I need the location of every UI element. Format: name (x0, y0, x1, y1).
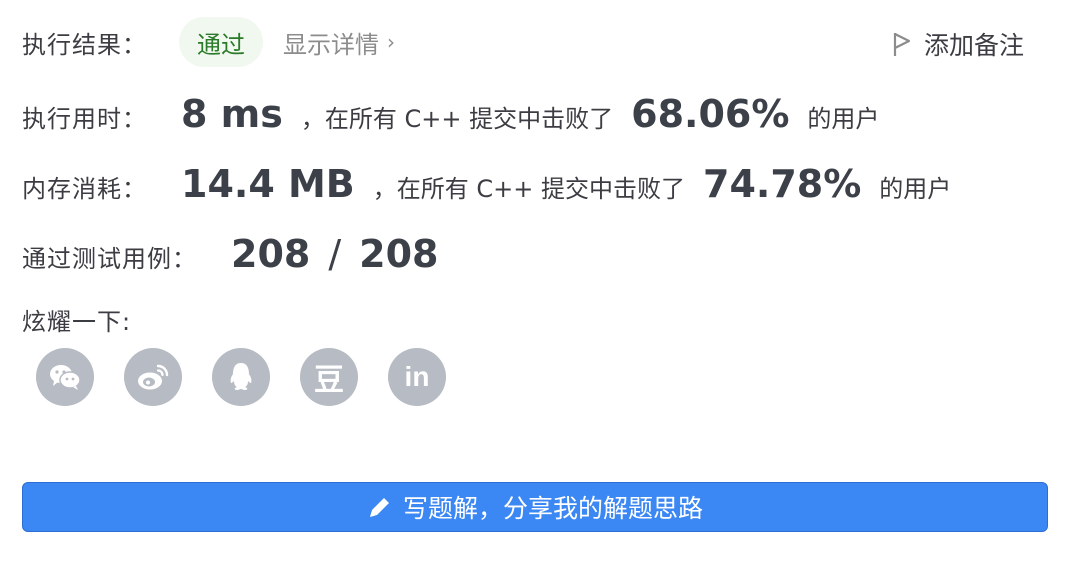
status-badge: 通过 (179, 17, 263, 67)
add-note-button[interactable]: 添加备注 (892, 26, 1024, 62)
write-solution-button[interactable]: 写题解，分享我的解题思路 (22, 482, 1048, 532)
share-linkedin-button[interactable]: in (388, 348, 446, 406)
runtime-label: 执行用时： (22, 105, 147, 133)
memory-label: 内存消耗： (22, 175, 147, 203)
test-cases-passed: 208 (231, 232, 311, 276)
share-weibo-button[interactable] (124, 348, 182, 406)
share-douban-button[interactable]: 豆 (300, 348, 358, 406)
douban-icon: 豆 (314, 363, 344, 398)
weibo-icon (138, 364, 169, 390)
qq-icon (230, 363, 252, 390)
result-label: 执行结果： (22, 30, 147, 59)
memory-value: 14.4 MB (181, 162, 355, 206)
chevron-right-icon: › (387, 30, 395, 54)
show-details-label: 显示详情 (283, 30, 379, 59)
runtime-value: 8 ms (181, 92, 283, 136)
test-cases-separator: / (328, 232, 342, 276)
memory-row: 内存消耗： 14.4 MB ，在所有 C++ 提交中击败了 74.78% 的用户 (22, 162, 951, 206)
share-label: 炫耀一下: (22, 308, 132, 336)
show-details-link[interactable]: 显示详情 › (283, 25, 395, 60)
runtime-row: 执行用时： 8 ms ，在所有 C++ 提交中击败了 68.06% 的用户 (22, 92, 879, 136)
share-wechat-button[interactable] (36, 348, 94, 406)
runtime-suffix: 的用户 (807, 105, 880, 133)
memory-suffix: 的用户 (879, 175, 952, 203)
memory-percent: 74.78% (703, 162, 862, 206)
share-row: 炫耀一下: (22, 302, 131, 337)
result-row: 执行结果： 通过 显示详情 › (22, 17, 395, 67)
test-cases-label: 通过测试用例： (22, 245, 197, 273)
pencil-icon (369, 498, 389, 517)
runtime-percent: 68.06% (631, 92, 790, 136)
wechat-icon (50, 365, 81, 390)
runtime-beats-text: ，在所有 C++ 提交中击败了 (300, 105, 614, 133)
share-qq-button[interactable] (212, 348, 270, 406)
linkedin-icon: in (404, 361, 430, 392)
social-share-list: 豆 in (36, 348, 446, 406)
flag-icon (893, 33, 911, 56)
memory-beats-text: ，在所有 C++ 提交中击败了 (372, 175, 685, 203)
write-solution-label: 写题解，分享我的解题思路 (402, 494, 703, 523)
test-cases-row: 通过测试用例： 208 / 208 (22, 232, 438, 276)
test-cases-total: 208 (359, 232, 439, 276)
add-note-label: 添加备注 (923, 31, 1024, 60)
